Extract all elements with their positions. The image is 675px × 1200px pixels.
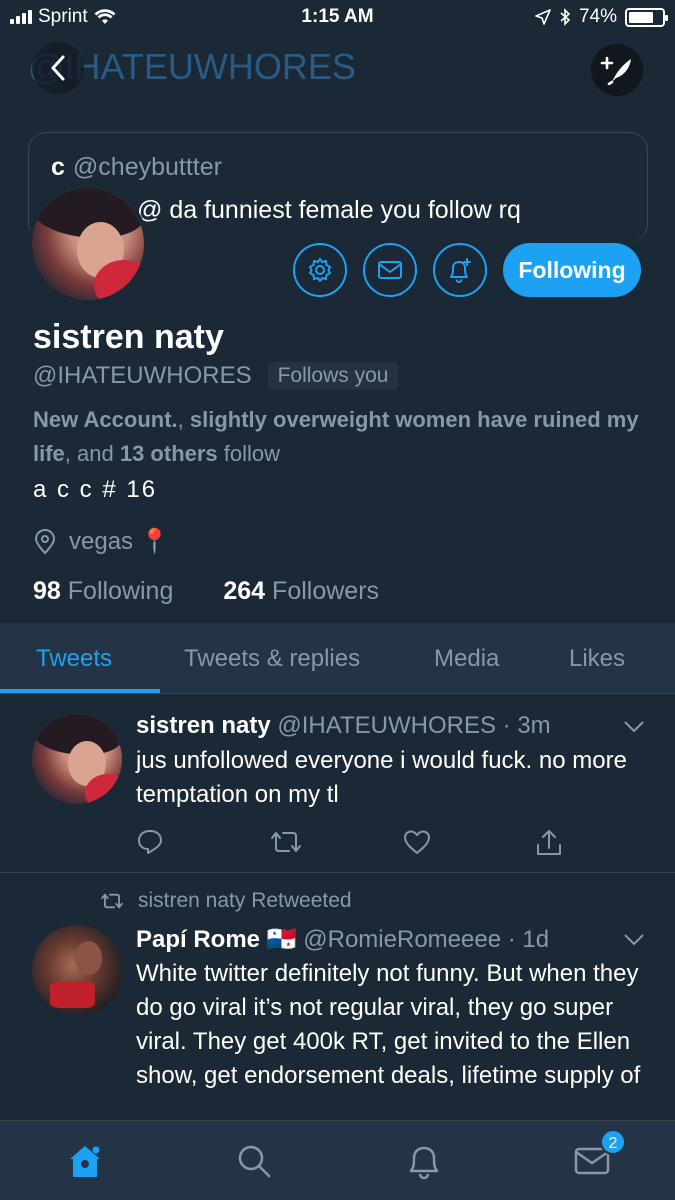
retweet-icon[interactable]	[269, 828, 303, 856]
tab-tweets-replies[interactable]: Tweets & replies	[184, 645, 360, 673]
followers-count-link[interactable]: 264 Followers	[223, 577, 379, 606]
nav-messages[interactable]: 2	[570, 1129, 626, 1183]
tweet-time: 1d	[522, 926, 550, 953]
location-arrow-icon	[535, 9, 551, 25]
tweet-author-name[interactable]: sistren naty	[136, 712, 271, 739]
chevron-down-icon[interactable]	[623, 933, 645, 947]
retweeted-by: sistren naty Retweeted	[138, 889, 352, 912]
following-button[interactable]: Following	[503, 243, 641, 297]
known-follower-1: New Account.	[33, 407, 178, 432]
followers-label: Followers	[272, 577, 380, 605]
tweet-author-handle: @RomieRomeeee	[303, 926, 502, 953]
bluetooth-icon	[560, 8, 571, 26]
back-button[interactable]	[32, 42, 84, 94]
following-count: 98	[33, 577, 61, 605]
retweet-label: sistren naty Retweeted	[100, 889, 352, 913]
quote-author-handle: @cheybuttter	[72, 153, 222, 181]
compose-tweet-button[interactable]	[591, 44, 643, 96]
nav-notifications[interactable]	[402, 1139, 446, 1183]
location-pin-icon	[34, 528, 56, 554]
tab-likes[interactable]: Likes	[569, 645, 625, 673]
quote-text: @ da funniest female you follow rq	[137, 196, 521, 224]
tweet-header: Papí Rome 🇵🇦 @RomieRomeeee · 1d	[136, 926, 550, 953]
followers-you-know[interactable]: New Account., slightly overweight women …	[33, 403, 653, 471]
search-icon	[238, 1145, 271, 1178]
share-icon[interactable]	[535, 828, 563, 858]
author-flag: 🇵🇦	[266, 926, 297, 953]
status-bar: Sprint 1:15 AM 74%	[0, 0, 675, 34]
tweet-actions	[136, 828, 668, 863]
compose-feather-icon	[600, 56, 631, 85]
profile-handle: @IHATEUWHORES	[33, 362, 252, 389]
bottom-tab-bar: 2	[0, 1120, 675, 1200]
profile-tabs: Tweets Tweets & replies Media Likes	[0, 623, 675, 694]
follows-you-badge: Follows you	[267, 362, 399, 390]
profile-actions: Following	[293, 243, 641, 297]
tweet-text: White twitter definitely not funny. But …	[136, 960, 641, 1089]
separator: ,	[177, 407, 190, 432]
like-heart-icon[interactable]	[402, 828, 432, 856]
profile-avatar[interactable]	[28, 184, 148, 304]
tab-tweets[interactable]: Tweets	[36, 645, 112, 673]
quote-author: c @cheybuttter	[51, 153, 222, 182]
profile-handle-row: @IHATEUWHORES Follows you	[33, 362, 399, 390]
separator: , and	[64, 441, 120, 466]
tweet-header: sistren naty @IHATEUWHORES · 3m	[136, 712, 551, 739]
battery-icon	[625, 7, 668, 27]
nav-home[interactable]	[63, 1139, 107, 1183]
gear-icon	[309, 258, 331, 282]
tweet[interactable]: sistren naty @IHATEUWHORES · 3m jus unfo…	[0, 694, 675, 873]
follow-suffix: follow	[217, 441, 281, 466]
profile-location: vegas 📍	[33, 527, 170, 556]
quote-author-name: c	[51, 153, 65, 181]
retweet-small-icon	[101, 893, 123, 909]
battery-percent: 74%	[578, 6, 617, 27]
chevron-left-icon	[51, 55, 65, 81]
bell-icon	[409, 1146, 439, 1180]
known-follower-others: 13 others	[119, 441, 218, 466]
nav-search[interactable]	[232, 1139, 276, 1183]
messages-unread-badge: 2	[600, 1129, 626, 1155]
reply-icon[interactable]	[136, 828, 164, 856]
tweet-text: jus unfollowed everyone i would fuck. no…	[136, 747, 627, 808]
location-text: vegas 📍	[69, 528, 170, 555]
status-right: 74%	[535, 6, 668, 28]
following-count-link[interactable]: 98 Following	[33, 577, 173, 606]
tweet-time: 3m	[517, 712, 551, 739]
active-tab-indicator	[0, 689, 160, 693]
home-icon	[70, 1146, 100, 1177]
message-button[interactable]	[363, 243, 417, 297]
notifications-toggle-button[interactable]	[433, 243, 487, 297]
settings-button[interactable]	[293, 243, 347, 297]
tab-media[interactable]: Media	[434, 645, 499, 673]
following-label: Following	[67, 577, 174, 605]
chevron-down-icon[interactable]	[623, 720, 645, 734]
tweet-avatar[interactable]	[32, 714, 122, 804]
profile-name: sistren naty	[33, 318, 224, 356]
tweet[interactable]: sistren naty Retweeted Papí Rome 🇵🇦 @Rom…	[0, 873, 675, 1120]
envelope-icon	[378, 261, 402, 279]
follow-counts: 98 Following 264 Followers	[33, 577, 379, 606]
tweet-avatar[interactable]	[32, 925, 122, 1015]
bell-plus-icon	[450, 258, 471, 283]
profile-bio: a c c # 16	[33, 476, 158, 503]
tweet-author-handle: @IHATEUWHORES	[277, 712, 496, 739]
followers-count: 264	[223, 577, 266, 605]
battery-fill	[629, 11, 653, 23]
tweet-author-name[interactable]: Papí Rome	[136, 926, 260, 953]
